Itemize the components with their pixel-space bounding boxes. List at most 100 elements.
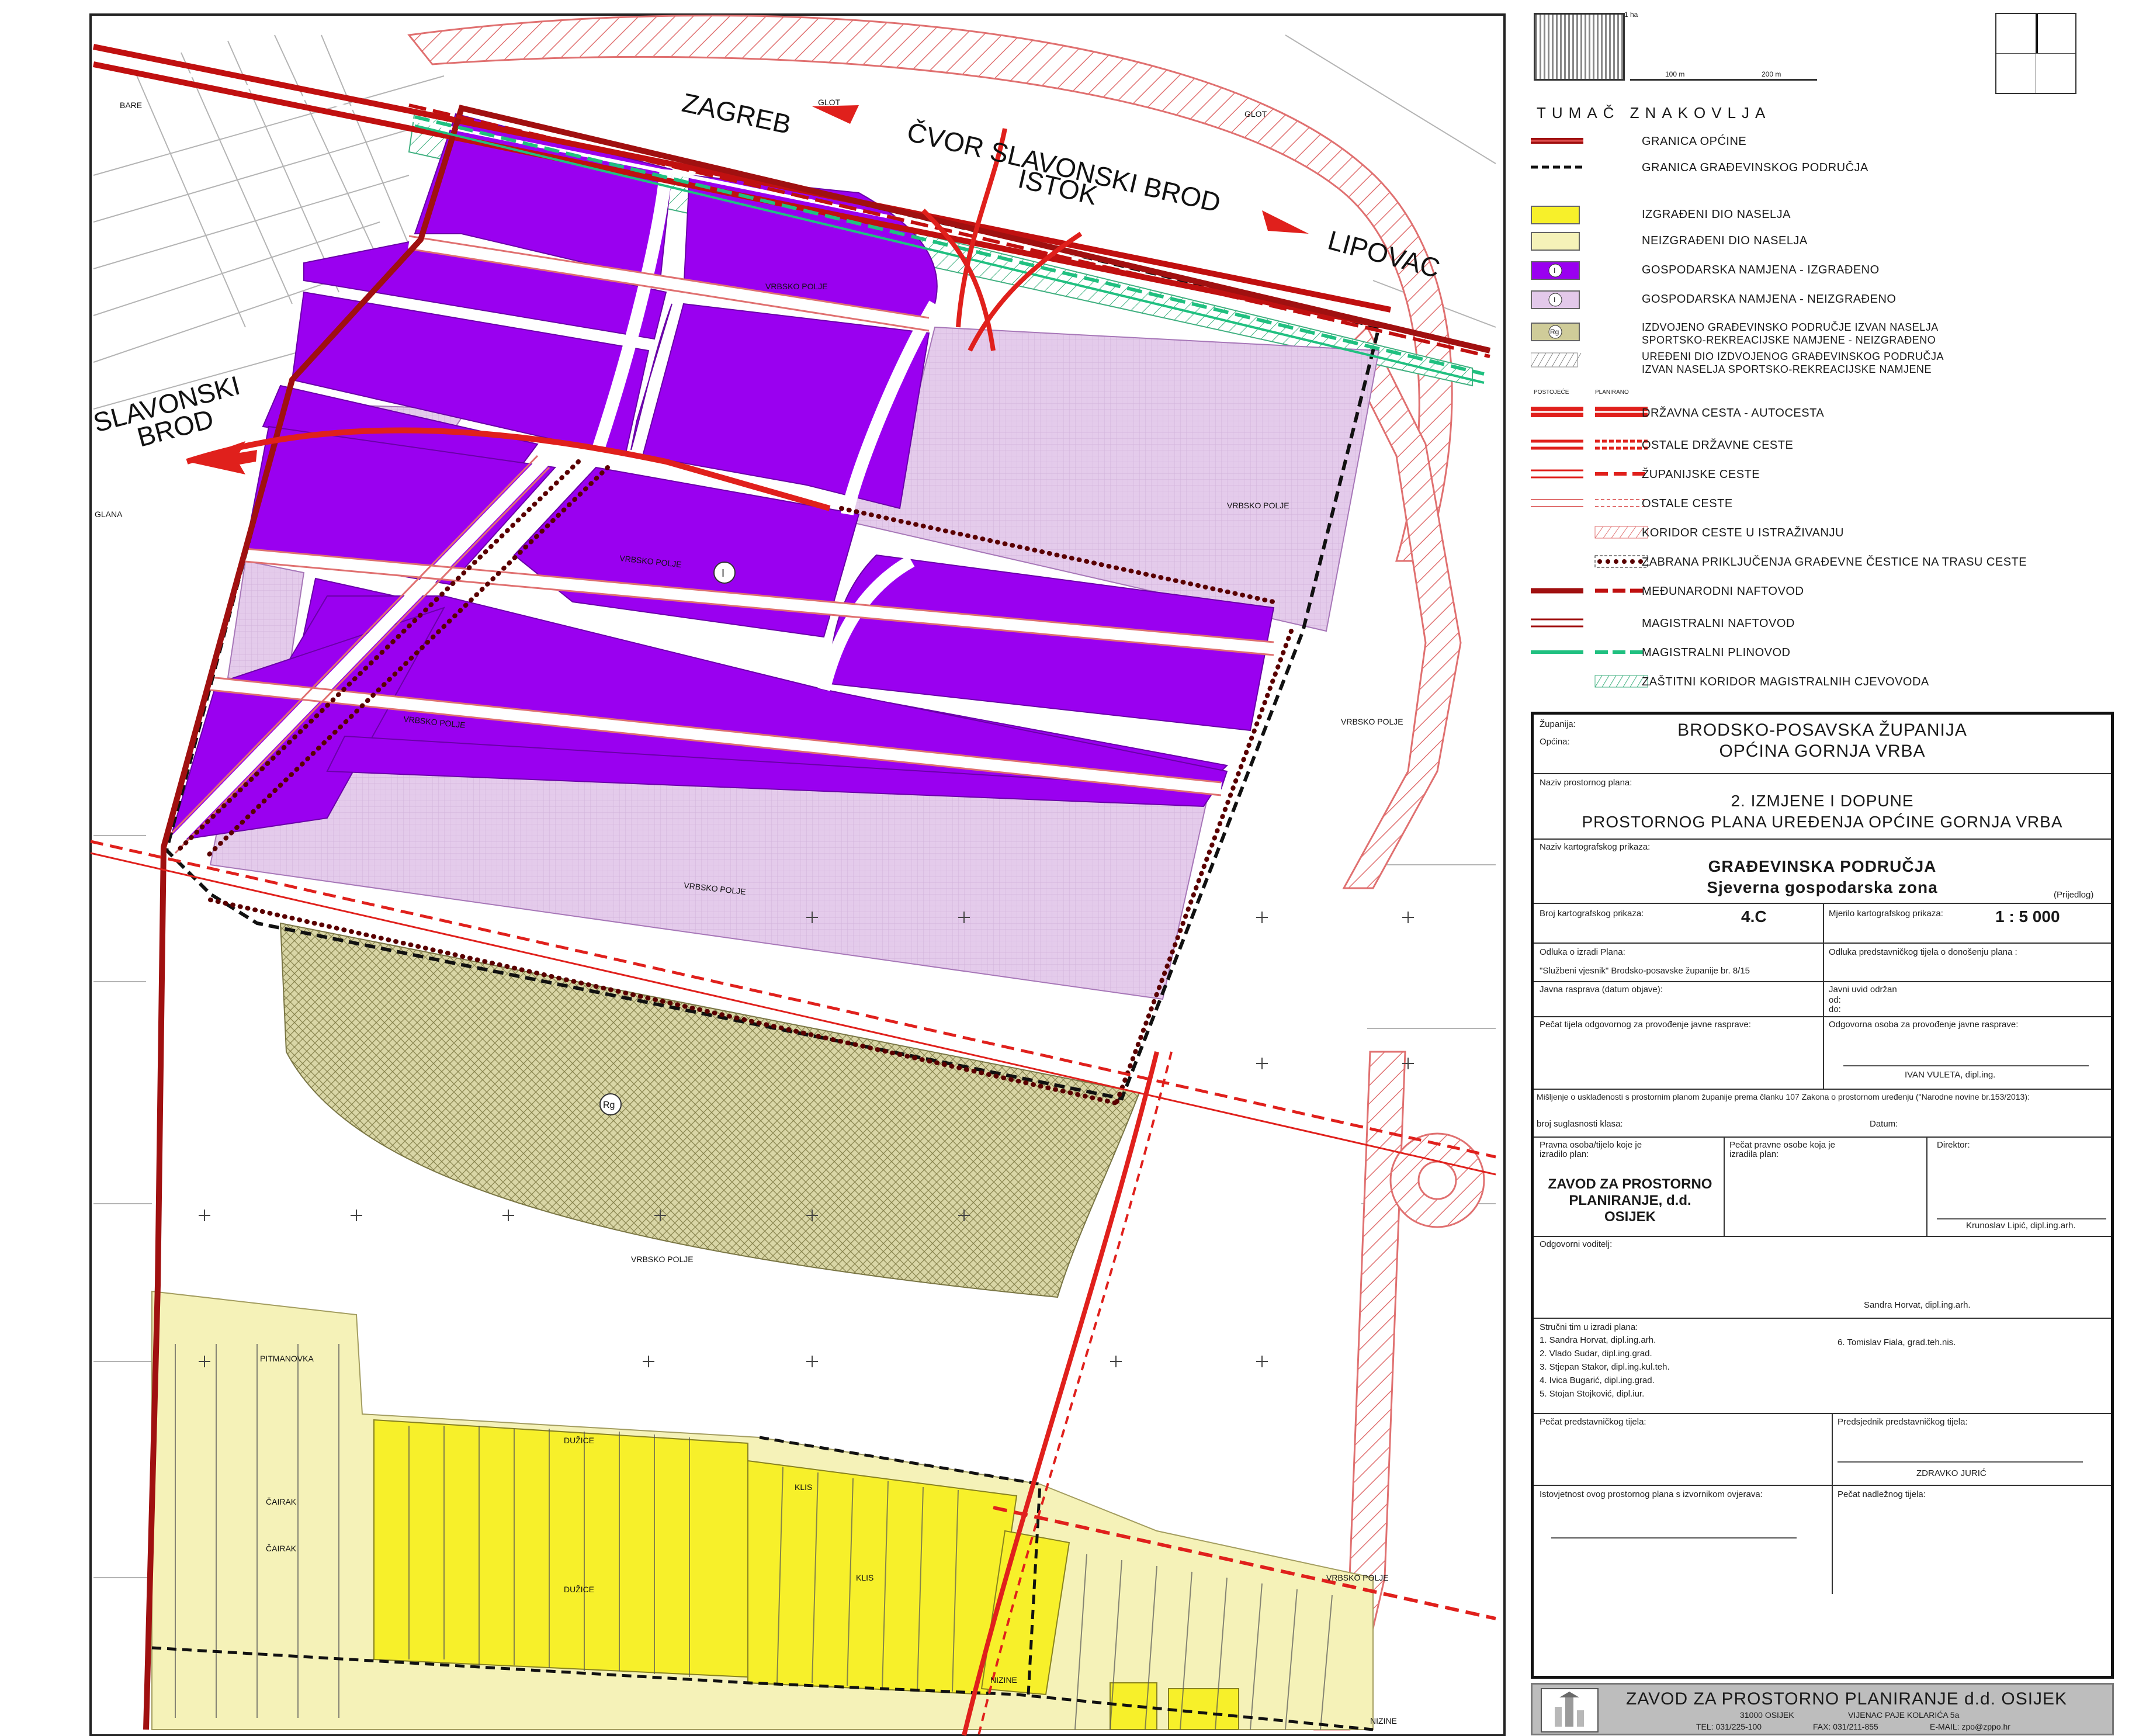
col-planned: PLANIRANO — [1595, 389, 1629, 396]
company-footer: ZAVOD ZA PROSTORNO PLANIRANJE d.d. OSIJE… — [1531, 1683, 2114, 1735]
legend-label: MAGISTRALNI NAFTOVOD — [1642, 617, 1795, 630]
scale-100: 100 m — [1665, 70, 1685, 78]
scale-square — [1534, 13, 1625, 81]
decision-value: "Službeni vjesnik" Brodsko-posavske župa… — [1540, 966, 1750, 976]
maker-name-1: ZAVOD ZA PROSTORNO — [1548, 1176, 1712, 1192]
number-caption: Broj kartografskog prikaza: — [1540, 909, 1644, 919]
legend-item: MAGISTRALNI NAFTOVOD — [1531, 614, 2121, 637]
label-glana: GLANA — [95, 510, 123, 519]
responsible-caption: Odgovorna osoba za provođenje javne rasp… — [1829, 1020, 2019, 1030]
decision-caption: Odluka o izradi Plana: — [1540, 947, 1625, 957]
legend-item: MEĐUNARODNI NAFTOVOD — [1531, 581, 2121, 605]
legend-symbol — [1531, 673, 1653, 689]
director-caption: Direktor: — [1937, 1140, 1970, 1150]
legend-label: GRANICA OPĆINE — [1642, 135, 1747, 148]
map-title: GRAĐEVINSKA PODRUČJA — [1708, 857, 1937, 875]
col-existing: POSTOJEĆE — [1534, 389, 1569, 396]
zone-marker-rg: Rg — [599, 1093, 622, 1115]
legend-label: DRŽAVNA CESTA - AUTOCESTA — [1642, 407, 1825, 420]
label-vrbsko-8: VRBSKO POLJE — [1326, 1573, 1389, 1582]
label-cairak-1: ČAIRAK — [266, 1497, 297, 1506]
legend-symbol — [1531, 644, 1653, 660]
legend-label-line2: IZVAN NASELJA SPORTSKO-REKREACIJSKE NAMJ… — [1642, 363, 1932, 375]
svg-text:Rg: Rg — [603, 1100, 615, 1110]
maker-caption-1: Pravna osoba/tijelo koje je — [1540, 1140, 1642, 1150]
label-bare: BARE — [120, 101, 142, 110]
opinion-text: Mišljenje o usklađenosti s prostornim pl… — [1537, 1092, 2030, 1101]
leader-name: Sandra Horvat, dipl.ing.arh. — [1864, 1300, 1971, 1310]
legend-item: I GOSPODARSKA NAMJENA - IZGRAĐENO — [1531, 260, 2121, 283]
legend-item: KORIDOR CESTE U ISTRAŽIVANJU — [1531, 523, 2121, 546]
inspection-caption: Javni uvid održan — [1829, 985, 1897, 995]
consent-date-caption: Datum: — [1870, 1119, 1898, 1129]
company-street: VIJENAC PAJE KOLARIĆA 5a — [1848, 1710, 1960, 1720]
legend-symbol: I — [1531, 261, 1580, 280]
map-scale: 1 : 5 000 — [1995, 907, 2060, 926]
team-member: 4. Ivica Bugarić, dipl.ing.grad. — [1540, 1375, 1655, 1385]
label-pitmanovka: PITMANOVKA — [260, 1354, 314, 1363]
legend-item: Rg IZDVOJENO GRAĐEVINSKO PODRUČJE IZVAN N… — [1531, 321, 2121, 346]
seal-caption-2: izradila plan: — [1729, 1149, 1779, 1159]
label-duzice-1: DUŽICE — [564, 1436, 594, 1445]
legend-label: IZGRAĐENI DIO NASELJA — [1642, 208, 1791, 221]
team-caption: Stručni tim u izradi plana: — [1540, 1322, 1638, 1332]
responsible-name: IVAN VULETA, dipl.ing. — [1905, 1070, 1996, 1080]
legend-label: KORIDOR CESTE U ISTRAŽIVANJU — [1642, 526, 1844, 539]
legend-label: UREĐENI DIO IZDVOJENOG GRAĐEVINSKOG PODR… — [1642, 351, 1944, 362]
seal-caption-1: Pečat pravne osobe koja je — [1729, 1140, 1835, 1150]
zoning-map: ZAGREB ČVOR SLAVONSKI BROD ISTOK LIPOVAC… — [89, 13, 1506, 1736]
roundabout — [1389, 1132, 1485, 1228]
legend-item: DRŽAVNA CESTA - AUTOCESTA — [1531, 403, 2121, 427]
legend-label: IZDVOJENO GRAĐEVINSKO PODRUČJE IZVAN NAS… — [1642, 321, 1939, 333]
company-fax: FAX: 031/211-855 — [1813, 1722, 1878, 1731]
legend-symbol — [1531, 524, 1653, 540]
legend-item: GRANICA OPĆINE — [1531, 131, 2121, 155]
company-city: 31000 OSIJEK — [1740, 1710, 1794, 1720]
legend-symbol — [1531, 159, 1653, 175]
title-block: Županija: Općina: BRODSKO-POSAVSKA ŽUPAN… — [1531, 712, 2114, 1679]
plan-line-1: 2. IZMJENE I DOPUNE — [1731, 792, 1914, 810]
label-cairak-2: ČAIRAK — [266, 1544, 297, 1553]
label-vrbsko-1: VRBSKO POLJE — [765, 282, 828, 291]
label-glot-2: GLOT — [1244, 109, 1267, 119]
legend-label: MAGISTRALNI PLINOVOD — [1642, 646, 1791, 659]
legend-mark: Rg — [1550, 328, 1559, 336]
stamp-caption: Pečat tijela odgovornog za provođenje ja… — [1540, 1020, 1751, 1030]
label-vrbsko-5: VRBSKO POLJE — [1341, 717, 1403, 726]
company-phone: TEL: 031/225-100 — [1696, 1722, 1762, 1731]
legend-label: OSTALE CESTE — [1642, 497, 1733, 510]
legend-label: MEĐUNARODNI NAFTOVOD — [1642, 585, 1804, 598]
county-name: BRODSKO-POSAVSKA ŽUPANIJA — [1677, 720, 1967, 740]
inspection-from: od: — [1829, 995, 1841, 1005]
municipality-name: OPĆINA GORNJA VRBA — [1719, 741, 1926, 761]
label-nizine-1: NIZINE — [990, 1675, 1017, 1685]
legend-item: OSTALE CESTE — [1531, 494, 2121, 517]
legend-symbol — [1531, 133, 1653, 149]
team-list: 1. Sandra Horvat, dipl.ing.arh. 2. Vlado… — [1540, 1335, 1670, 1399]
legend-symbol — [1531, 404, 1653, 421]
adoption-caption: Odluka predstavničkog tijela o donošenju… — [1829, 947, 2017, 957]
scale-caption: Mjerilo kartografskog prikaza: — [1829, 909, 1943, 919]
identity-caption: Istovjetnost ovog prostornog plana s izv… — [1540, 1489, 1763, 1499]
company-logo — [1541, 1688, 1599, 1732]
legend-label: GOSPODARSKA NAMJENA - IZGRAĐENO — [1642, 264, 1880, 276]
team-member-6: 6. Tomislav Fiala, grad.teh.nis. — [1838, 1337, 1956, 1347]
svg-text:I: I — [722, 567, 724, 579]
legend-symbol — [1531, 466, 1653, 482]
scale-200: 200 m — [1762, 70, 1781, 78]
plan-line-2: PROSTORNOG PLANA UREĐENJA OPĆINE GORNJA … — [1582, 813, 2063, 831]
label-klis-1: KLIS — [795, 1482, 812, 1492]
president-name: ZDRAVKO JURIĆ — [1916, 1468, 1986, 1478]
legend-label: GOSPODARSKA NAMJENA - NEIZGRAĐENO — [1642, 293, 1897, 306]
legend-item: I GOSPODARSKA NAMJENA - NEIZGRAĐENO — [1531, 289, 2121, 313]
legend-item: ZAŠTITNI KORIDOR MAGISTRALNIH CJEVOVODA — [1531, 672, 2121, 695]
debate-caption: Javna rasprava (datum objave): — [1540, 985, 1663, 995]
legend-item: UREĐENI DIO IZDVOJENOG GRAĐEVINSKOG PODR… — [1530, 351, 2121, 375]
maker-caption-2: izradilo plan: — [1540, 1149, 1589, 1159]
team-member: 2. Vlado Sudar, dipl.ing.grad. — [1540, 1349, 1652, 1359]
plan-caption: Naziv prostornog plana: — [1540, 778, 1632, 788]
label-glot-1: GLOT — [818, 98, 841, 107]
legend-symbol — [1531, 436, 1653, 453]
sheet-index — [1995, 13, 2076, 94]
map-caption: Naziv kartografskog prikaza: — [1540, 842, 1651, 852]
